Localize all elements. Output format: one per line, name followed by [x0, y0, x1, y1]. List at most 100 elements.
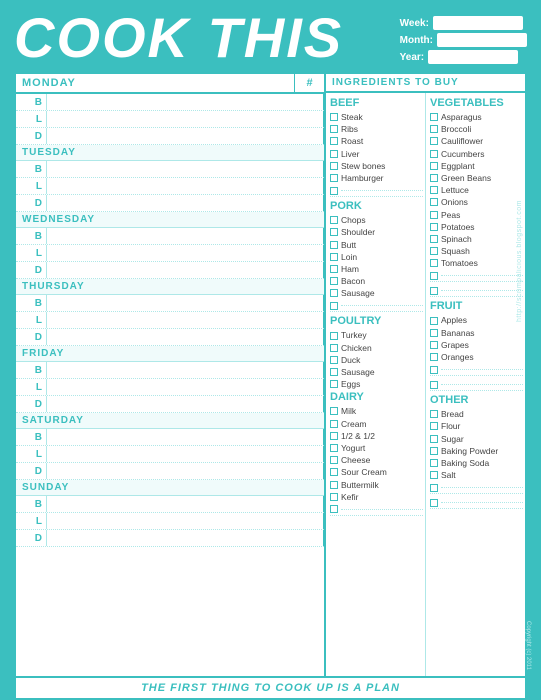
checkbox-icon[interactable]	[330, 150, 338, 158]
blank-checkbox-icon[interactable]	[430, 287, 438, 295]
blank-ingredient-item	[430, 285, 523, 297]
meal-input-friday-d[interactable]	[46, 396, 324, 412]
checkbox-icon[interactable]	[330, 216, 338, 224]
checkbox-icon[interactable]	[330, 481, 338, 489]
ingredient-name: Loin	[341, 252, 357, 262]
year-input[interactable]	[428, 50, 518, 64]
meal-input-tuesday-b[interactable]	[46, 161, 324, 177]
checkbox-icon[interactable]	[430, 174, 438, 182]
blank-checkbox-icon[interactable]	[430, 381, 438, 389]
meal-input-wednesday-d[interactable]	[46, 262, 324, 278]
checkbox-icon[interactable]	[430, 422, 438, 430]
meal-input-thursday-l[interactable]	[46, 312, 324, 328]
blank-checkbox-icon[interactable]	[430, 484, 438, 492]
checkbox-icon[interactable]	[430, 235, 438, 243]
checkbox-icon[interactable]	[430, 341, 438, 349]
checkbox-icon[interactable]	[430, 447, 438, 455]
checkbox-icon[interactable]	[430, 471, 438, 479]
checkbox-icon[interactable]	[330, 344, 338, 352]
meal-input-friday-l[interactable]	[46, 379, 324, 395]
blank-checkbox-icon[interactable]	[330, 302, 338, 310]
checkbox-icon[interactable]	[430, 329, 438, 337]
meal-row-friday-b: B	[16, 362, 324, 379]
checkbox-icon[interactable]	[330, 265, 338, 273]
ingredient-name: Eggs	[341, 379, 360, 389]
checkbox-icon[interactable]	[430, 247, 438, 255]
checkbox-icon[interactable]	[430, 198, 438, 206]
checkbox-icon[interactable]	[430, 353, 438, 361]
checkbox-icon[interactable]	[430, 113, 438, 121]
blank-checkbox-icon[interactable]	[430, 272, 438, 280]
meal-input-thursday-b[interactable]	[46, 295, 324, 311]
checkbox-icon[interactable]	[430, 459, 438, 467]
day-block-tuesday: TUESDAYBLD	[16, 145, 324, 212]
meal-row-saturday-b: B	[16, 429, 324, 446]
meal-row-tuesday-d: D	[16, 195, 324, 212]
meal-input-saturday-l[interactable]	[46, 446, 324, 462]
checkbox-icon[interactable]	[330, 125, 338, 133]
checkbox-icon[interactable]	[330, 407, 338, 415]
blank-checkbox-icon[interactable]	[430, 366, 438, 374]
checkbox-icon[interactable]	[330, 137, 338, 145]
checkbox-icon[interactable]	[330, 380, 338, 388]
meal-input-sunday-l[interactable]	[46, 513, 324, 529]
meal-input-tuesday-d[interactable]	[46, 195, 324, 211]
meal-input-thursday-d[interactable]	[46, 329, 324, 345]
checkbox-icon[interactable]	[430, 186, 438, 194]
checkbox-icon[interactable]	[330, 456, 338, 464]
day-name-row-friday: FRIDAY	[16, 346, 324, 362]
meal-row-monday-b: B	[16, 94, 324, 111]
ing-title-dairy: DAIRY	[330, 391, 423, 403]
checkbox-icon[interactable]	[330, 420, 338, 428]
meal-letter-l: L	[16, 516, 46, 527]
meal-row-thursday-d: D	[16, 329, 324, 346]
checkbox-icon[interactable]	[330, 277, 338, 285]
meal-input-monday-l[interactable]	[46, 111, 324, 127]
blank-checkbox-icon[interactable]	[330, 505, 338, 513]
ingredient-name: Baking Powder	[441, 446, 498, 456]
checkbox-icon[interactable]	[330, 368, 338, 376]
meal-input-monday-b[interactable]	[46, 94, 324, 110]
blank-checkbox-icon[interactable]	[430, 499, 438, 507]
checkbox-icon[interactable]	[330, 468, 338, 476]
checkbox-icon[interactable]	[330, 289, 338, 297]
list-item: Bananas	[430, 328, 523, 338]
checkbox-icon[interactable]	[430, 137, 438, 145]
meal-input-wednesday-l[interactable]	[46, 245, 324, 261]
checkbox-icon[interactable]	[330, 444, 338, 452]
checkbox-icon[interactable]	[430, 410, 438, 418]
checkbox-icon[interactable]	[330, 162, 338, 170]
meal-input-monday-d[interactable]	[46, 128, 324, 144]
meal-input-saturday-d[interactable]	[46, 463, 324, 479]
meal-letter-d: D	[16, 399, 46, 410]
checkbox-icon[interactable]	[430, 317, 438, 325]
ingredient-name: Potatoes	[441, 222, 475, 232]
checkbox-icon[interactable]	[330, 332, 338, 340]
checkbox-icon[interactable]	[330, 432, 338, 440]
meal-input-tuesday-l[interactable]	[46, 178, 324, 194]
checkbox-icon[interactable]	[330, 113, 338, 121]
ingredients-body: BEEFSteakRibsRoastLiverStew bonesHamburg…	[326, 93, 525, 676]
checkbox-icon[interactable]	[430, 125, 438, 133]
meal-input-wednesday-b[interactable]	[46, 228, 324, 244]
checkbox-icon[interactable]	[430, 211, 438, 219]
checkbox-icon[interactable]	[330, 174, 338, 182]
month-input[interactable]	[437, 33, 527, 47]
week-input[interactable]	[433, 16, 523, 30]
meal-input-sunday-b[interactable]	[46, 496, 324, 512]
blank-checkbox-icon[interactable]	[330, 187, 338, 195]
checkbox-icon[interactable]	[330, 241, 338, 249]
day-name-thursday: THURSDAY	[16, 279, 294, 294]
checkbox-icon[interactable]	[430, 223, 438, 231]
checkbox-icon[interactable]	[430, 259, 438, 267]
checkbox-icon[interactable]	[330, 253, 338, 261]
checkbox-icon[interactable]	[330, 356, 338, 364]
meal-input-saturday-b[interactable]	[46, 429, 324, 445]
meal-input-friday-b[interactable]	[46, 362, 324, 378]
checkbox-icon[interactable]	[330, 493, 338, 501]
checkbox-icon[interactable]	[430, 162, 438, 170]
meal-input-sunday-d[interactable]	[46, 530, 324, 546]
checkbox-icon[interactable]	[430, 435, 438, 443]
checkbox-icon[interactable]	[430, 150, 438, 158]
checkbox-icon[interactable]	[330, 228, 338, 236]
